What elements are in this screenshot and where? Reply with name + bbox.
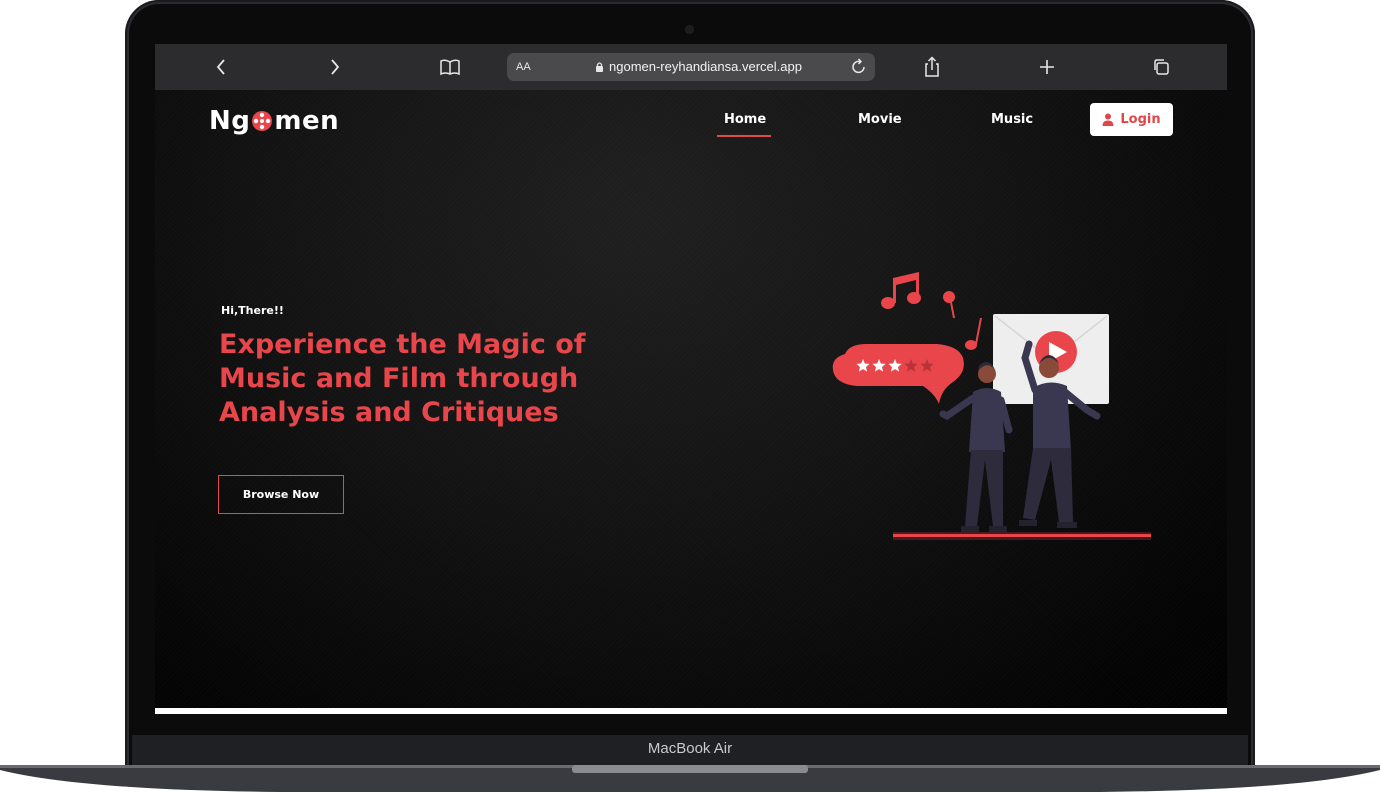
login-button[interactable]: Login [1090,103,1173,136]
camera-icon [686,26,693,33]
chevron-right-icon[interactable] [327,54,343,80]
book-icon[interactable] [438,54,462,80]
web-page: Ng men Home Movie Music Login Hi,There!!… [155,90,1227,708]
site-logo[interactable]: Ng men [209,106,339,136]
chevron-left-icon[interactable] [213,54,229,80]
user-icon [1102,113,1114,126]
text-size-button[interactable]: AA [516,61,531,73]
headline-line: Experience the Magic of [219,329,586,360]
page-bottom-edge [155,708,1227,714]
url-text[interactable]: ngomen-reyhandiansa.vercel.app [609,59,802,74]
nav-home-link[interactable]: Home [724,112,766,127]
address-bar[interactable]: AA ngomen-reyhandiansa.vercel.app [507,53,875,81]
logo-text-start: Ng [209,106,251,136]
lock-icon [596,62,603,72]
laptop-base [0,765,1380,792]
headline-line: Music and Film through [219,363,579,394]
film-reel-icon [252,111,273,131]
nav-active-indicator [717,135,771,137]
hero-illustration [832,272,1151,540]
hero-headline: Experience the Magic of Music and Film t… [219,328,639,430]
headline-line: Analysis and Critiques [219,397,559,428]
music-notes-icon [881,272,982,350]
rating-bubble [832,344,964,404]
browser-toolbar: AA ngomen-reyhandiansa.vercel.app [155,44,1227,91]
browse-now-button[interactable]: Browse Now [218,475,344,514]
nav-movie-link[interactable]: Movie [858,112,902,127]
login-label: Login [1120,112,1161,127]
stage-light [893,532,1151,540]
hero-greeting: Hi,There!! [221,304,284,317]
screen: AA ngomen-reyhandiansa.vercel.app Ng men… [155,44,1227,714]
logo-text-end: men [274,106,340,136]
device-model-label: MacBook Air [647,740,733,757]
reload-icon[interactable] [851,58,867,75]
tabs-icon[interactable] [1151,54,1171,80]
share-icon[interactable] [922,54,942,80]
nav-music-link[interactable]: Music [991,112,1033,127]
plus-icon[interactable] [1037,54,1057,80]
